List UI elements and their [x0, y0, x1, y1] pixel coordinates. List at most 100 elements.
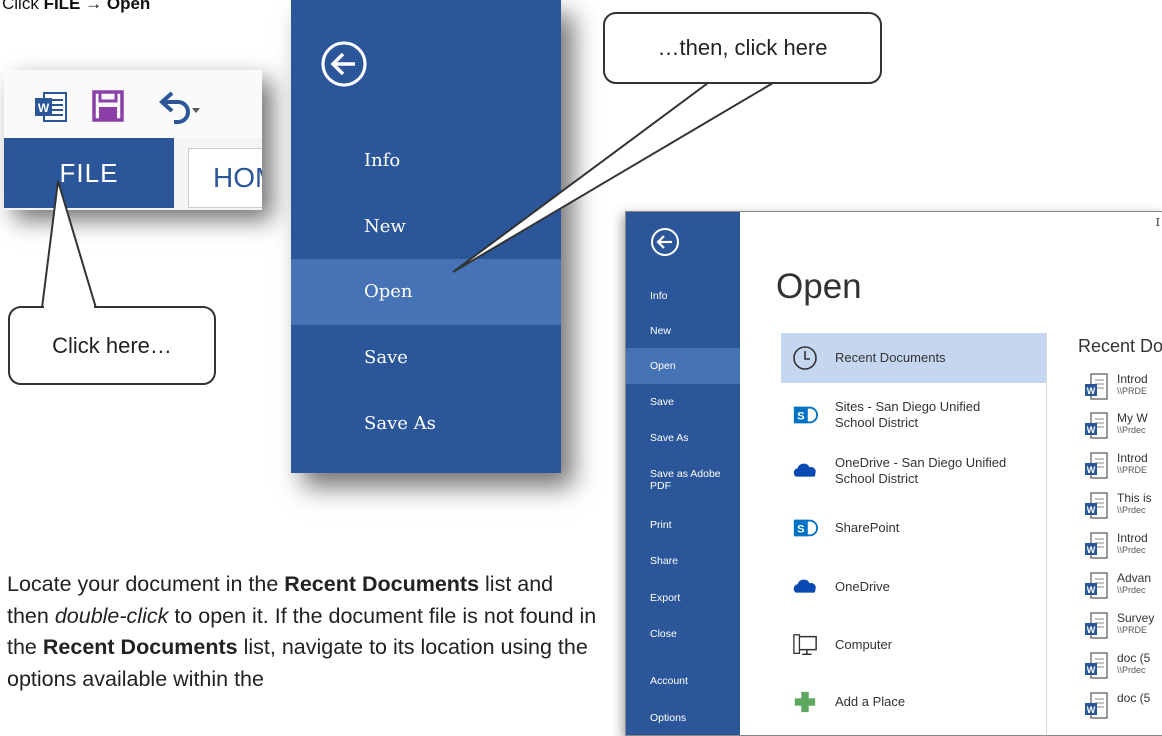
open-screen-screenshot: Info New Open Save Save As Save as Adobe… — [625, 211, 1162, 736]
svg-text:W: W — [1087, 625, 1096, 635]
recent-doc-path: \\Prdec — [1117, 585, 1146, 595]
word-doc-icon: W — [1085, 692, 1108, 719]
recent-doc-name: My W — [1117, 411, 1148, 425]
recent-doc-item[interactable]: W My W \\Prdec — [1084, 412, 1162, 448]
svg-text:W: W — [1087, 545, 1096, 555]
open-screen-sidebar: Info New Open Save Save As Save as Adobe… — [626, 212, 740, 735]
recent-doc-path: \\PRDE — [1117, 386, 1148, 396]
svg-text:W: W — [1087, 585, 1096, 595]
sidebar-item-save-as[interactable]: Save As — [626, 420, 740, 456]
callout-click-here: Click here… — [8, 306, 216, 385]
instruction-text: Click FILE → Open — [2, 0, 150, 14]
word-app-icon: W — [35, 92, 67, 122]
home-tab[interactable]: HOME — [188, 148, 262, 208]
place-onedrive[interactable]: OneDrive — [781, 562, 1046, 612]
recent-doc-item[interactable]: W doc (5 \\Prdec — [1084, 652, 1162, 688]
ribbon-snippet: W FILE HOME — [4, 70, 262, 210]
para-italic: double-click — [54, 603, 169, 628]
sidebar-item-info[interactable]: Info — [626, 278, 740, 314]
clock-icon — [791, 344, 819, 372]
instruction-arrow: → — [85, 0, 103, 13]
back-arrow-icon[interactable] — [320, 40, 368, 88]
recent-doc-path: \\Prdec — [1117, 425, 1146, 435]
svg-text:S: S — [797, 524, 804, 536]
recent-doc-name: This is — [1117, 491, 1152, 505]
place-sites-sdusd[interactable]: S Sites - San Diego Unified School Distr… — [781, 390, 1046, 440]
place-sharepoint[interactable]: S SharePoint — [781, 503, 1046, 553]
instruction-file: FILE — [43, 0, 81, 13]
place-label: OneDrive - San Diego Unified School Dist… — [835, 455, 1007, 486]
sharepoint-icon: S — [791, 401, 819, 429]
recent-doc-name: doc (5 — [1117, 651, 1151, 665]
sidebar-item-export[interactable]: Export — [626, 580, 740, 616]
place-onedrive-sdusd[interactable]: OneDrive - San Diego Unified School Dist… — [781, 446, 1046, 496]
recent-doc-item[interactable]: W Survey \\PRDE — [1084, 612, 1162, 648]
place-label: SharePoint — [835, 520, 900, 535]
plus-icon — [791, 688, 819, 716]
recent-doc-item[interactable]: W Introd \\Prdec — [1084, 532, 1162, 568]
menu-item-save-as[interactable]: Save As — [291, 391, 561, 457]
save-icon[interactable] — [92, 90, 124, 122]
menu-item-new[interactable]: New — [291, 194, 561, 260]
place-label: Recent Documents — [835, 350, 946, 365]
onedrive-icon — [791, 573, 819, 601]
instruction-open: Open — [106, 0, 151, 13]
para-bold: Recent Documents — [284, 572, 480, 596]
recent-doc-item[interactable]: W This is \\Prdec — [1084, 492, 1162, 528]
onedrive-icon — [791, 457, 819, 485]
callout-then-click-here: …then, click here — [603, 12, 882, 84]
menu-item-open[interactable]: Open — [291, 259, 561, 325]
sidebar-item-save[interactable]: Save — [626, 384, 740, 420]
sidebar-item-print[interactable]: Print — [626, 507, 740, 543]
place-add-a-place[interactable]: Add a Place — [781, 677, 1046, 727]
instruction-paragraph: Locate your document in the Recent Docum… — [7, 569, 597, 695]
sidebar-item-new[interactable]: New — [626, 313, 740, 349]
sidebar-item-options[interactable]: Options — [626, 700, 740, 735]
place-label: Sites - San Diego Unified School Distric… — [835, 399, 981, 430]
recent-doc-name: Introd — [1117, 451, 1148, 465]
undo-icon[interactable] — [154, 88, 200, 126]
recent-doc-item[interactable]: W doc (5 — [1084, 692, 1162, 728]
menu-item-info[interactable]: Info — [291, 128, 561, 194]
recent-doc-item[interactable]: W Introd \\PRDE — [1084, 452, 1162, 488]
place-label: OneDrive — [835, 579, 890, 594]
word-doc-icon: W — [1085, 652, 1108, 679]
svg-text:W: W — [1087, 465, 1096, 475]
place-recent-documents[interactable]: Recent Documents — [781, 333, 1046, 383]
menu-item-save[interactable]: Save — [291, 325, 561, 391]
svg-text:W: W — [1087, 505, 1096, 515]
recent-doc-path: \\PRDE — [1117, 625, 1148, 635]
sidebar-item-save-as-pdf[interactable]: Save as Adobe PDF — [626, 460, 740, 500]
sidebar-item-close[interactable]: Close — [626, 616, 740, 652]
computer-icon — [791, 631, 819, 659]
place-label: Add a Place — [835, 694, 906, 709]
back-arrow-icon[interactable] — [650, 227, 680, 257]
word-doc-icon: W — [1085, 412, 1108, 439]
file-tab[interactable]: FILE — [4, 138, 174, 208]
instruction-prefix: Click — [2, 0, 44, 13]
place-computer[interactable]: Computer — [781, 620, 1046, 670]
sidebar-item-open[interactable]: Open — [626, 348, 740, 384]
recent-doc-item[interactable]: W Introd \\PRDE — [1084, 373, 1162, 409]
svg-text:W: W — [1087, 665, 1096, 675]
recent-doc-name: doc (5 — [1117, 691, 1151, 705]
word-doc-icon: W — [1085, 612, 1108, 639]
page-title: Open — [776, 267, 862, 306]
backstage-menu: Info New Open Save Save As — [291, 0, 561, 473]
recent-doc-path: \\Prdec — [1117, 665, 1146, 675]
recent-documents-heading: Recent Do — [1078, 336, 1162, 356]
recent-doc-name: Introd — [1117, 531, 1148, 545]
recent-doc-item[interactable]: W Advan \\Prdec — [1084, 572, 1162, 608]
recent-doc-name: Survey — [1117, 611, 1155, 625]
recent-doc-name: Introd — [1117, 372, 1148, 386]
svg-text:S: S — [797, 411, 804, 423]
word-doc-icon: W — [1085, 492, 1108, 519]
sidebar-item-account[interactable]: Account — [626, 663, 740, 699]
sidebar-item-share[interactable]: Share — [626, 543, 740, 579]
recent-doc-name: Advan — [1117, 571, 1152, 585]
word-doc-icon: W — [1085, 572, 1108, 599]
recent-doc-path: \\Prdec — [1117, 545, 1146, 555]
quick-access-toolbar: W — [4, 70, 262, 138]
recent-doc-path: \\Prdec — [1117, 505, 1146, 515]
para-bold: Recent Documents — [42, 635, 238, 659]
